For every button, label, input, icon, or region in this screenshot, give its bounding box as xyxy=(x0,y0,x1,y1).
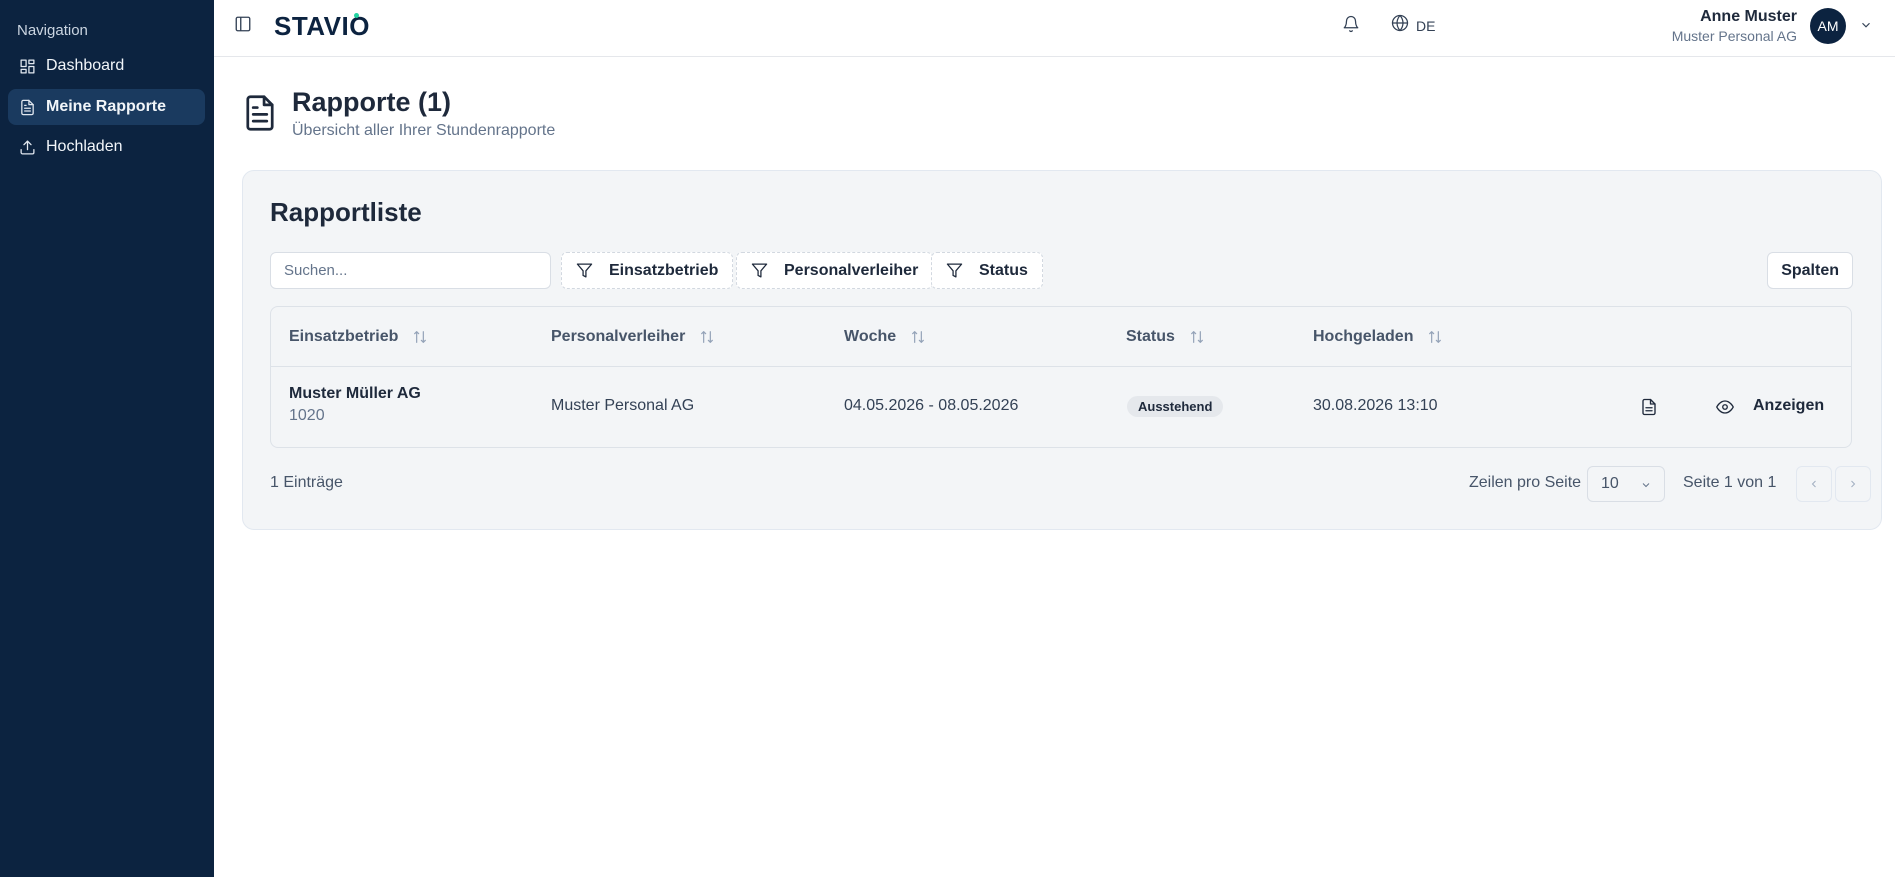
sidebar-item-label: Meine Rapporte xyxy=(46,98,167,115)
filter-personalverleiher-button[interactable]: Personalverleiher xyxy=(736,252,934,289)
sort-icon xyxy=(414,331,427,343)
cell-week: 04.05.2026 - 08.05.2026 xyxy=(844,397,1019,414)
document-icon xyxy=(243,94,277,132)
column-header-label: Einsatzbetrieb xyxy=(289,328,399,345)
card-title: Rapportliste xyxy=(270,197,422,227)
table-row[interactable]: Muster Müller AG 1020 Muster Personal AG… xyxy=(271,367,1851,448)
filter-einsatzbetrieb-button[interactable]: Einsatzbetrieb xyxy=(561,252,734,289)
globe-icon xyxy=(1391,14,1409,37)
status-badge: Ausstehend xyxy=(1127,396,1224,417)
filter-icon xyxy=(751,263,768,278)
filter-label: Einsatzbetrieb xyxy=(609,261,719,279)
cell-uploaded: 30.08.2026 13:10 xyxy=(1313,397,1438,414)
page-indicator: Seite 1 von 1 xyxy=(1683,474,1777,491)
sort-icon xyxy=(912,331,925,343)
sort-icon xyxy=(701,331,714,343)
filter-label: Personalverleiher xyxy=(784,261,919,279)
chevron-down-icon xyxy=(1642,483,1650,488)
column-header-label: Woche xyxy=(844,328,897,345)
chevron-left-icon xyxy=(1811,480,1816,488)
column-header-label: Status xyxy=(1126,328,1175,345)
column-header-label: Hochgeladen xyxy=(1313,328,1414,345)
filter-icon xyxy=(576,263,593,278)
sidebar-item-label: Dashboard xyxy=(46,57,125,74)
entries-count: 1 Einträge xyxy=(270,474,343,491)
avatar[interactable]: AM xyxy=(1810,8,1846,44)
chevron-down-icon[interactable] xyxy=(1859,18,1873,32)
sidebar-item-meine-rapporte[interactable]: Meine Rapporte xyxy=(8,89,205,125)
sidebar: Navigation Dashboard Meine Rapporte Hoch… xyxy=(0,0,214,877)
sidebar-toggle-icon[interactable] xyxy=(234,15,252,33)
columns-button[interactable]: Spalten xyxy=(1767,252,1853,289)
language-label: DE xyxy=(1416,17,1436,34)
language-switcher[interactable]: DE xyxy=(1391,14,1435,37)
logo[interactable]: STAVIO xyxy=(274,11,370,42)
sort-icon xyxy=(1429,331,1442,343)
page-subtitle: Übersicht aller Ihrer Stundenrapporte xyxy=(292,122,556,139)
next-page-button[interactable] xyxy=(1835,466,1871,502)
file-icon[interactable] xyxy=(1640,398,1658,416)
top-header: STAVIO DE Anne Muster Muster Personal AG… xyxy=(214,0,1895,57)
filter-label: Status xyxy=(979,261,1028,279)
cell-company-id: 1020 xyxy=(289,407,325,424)
cell-company: Muster Müller AG xyxy=(289,385,421,402)
report-list-card: Rapportliste Einsatzbetrieb Personalverl… xyxy=(242,170,1882,530)
user-company: Muster Personal AG xyxy=(1671,28,1797,44)
column-header-label: Personalverleiher xyxy=(551,328,686,345)
upload-icon xyxy=(18,138,36,156)
filter-status-button[interactable]: Status xyxy=(931,252,1043,289)
sidebar-item-hochladen[interactable]: Hochladen xyxy=(8,129,205,165)
cell-lender: Muster Personal AG xyxy=(551,397,695,414)
column-header-personalverleiher[interactable]: Personalverleiher xyxy=(551,328,715,346)
table-header: Einsatzbetrieb Personalverleiher Woche S… xyxy=(271,307,1851,367)
sidebar-title: Navigation xyxy=(17,22,88,39)
rows-per-page-select[interactable]: 10 xyxy=(1587,466,1665,502)
sidebar-item-label: Hochladen xyxy=(46,138,123,155)
previous-page-button[interactable] xyxy=(1796,466,1832,502)
logo-accent-dot xyxy=(354,13,359,18)
column-header-einsatzbetrieb[interactable]: Einsatzbetrieb xyxy=(289,328,428,346)
dashboard-icon xyxy=(18,57,36,75)
reports-table: Einsatzbetrieb Personalverleiher Woche S… xyxy=(270,306,1852,448)
rows-per-page-label: Zeilen pro Seite xyxy=(1469,474,1582,491)
document-icon xyxy=(18,98,36,116)
eye-icon[interactable] xyxy=(1716,398,1734,416)
user-name[interactable]: Anne Muster xyxy=(1700,8,1797,26)
search-input[interactable] xyxy=(270,252,551,289)
column-header-hochgeladen[interactable]: Hochgeladen xyxy=(1313,328,1443,346)
page-title: Rapporte (1) xyxy=(292,87,452,117)
sort-icon xyxy=(1190,331,1203,343)
filter-icon xyxy=(946,263,963,278)
view-button[interactable]: Anzeigen xyxy=(1753,397,1824,415)
bell-icon[interactable] xyxy=(1342,15,1360,35)
chevron-right-icon xyxy=(1851,480,1856,488)
sidebar-item-dashboard[interactable]: Dashboard xyxy=(8,48,205,84)
column-header-woche[interactable]: Woche xyxy=(844,328,926,346)
column-header-status[interactable]: Status xyxy=(1126,328,1205,346)
rows-per-page-value: 10 xyxy=(1601,475,1619,492)
